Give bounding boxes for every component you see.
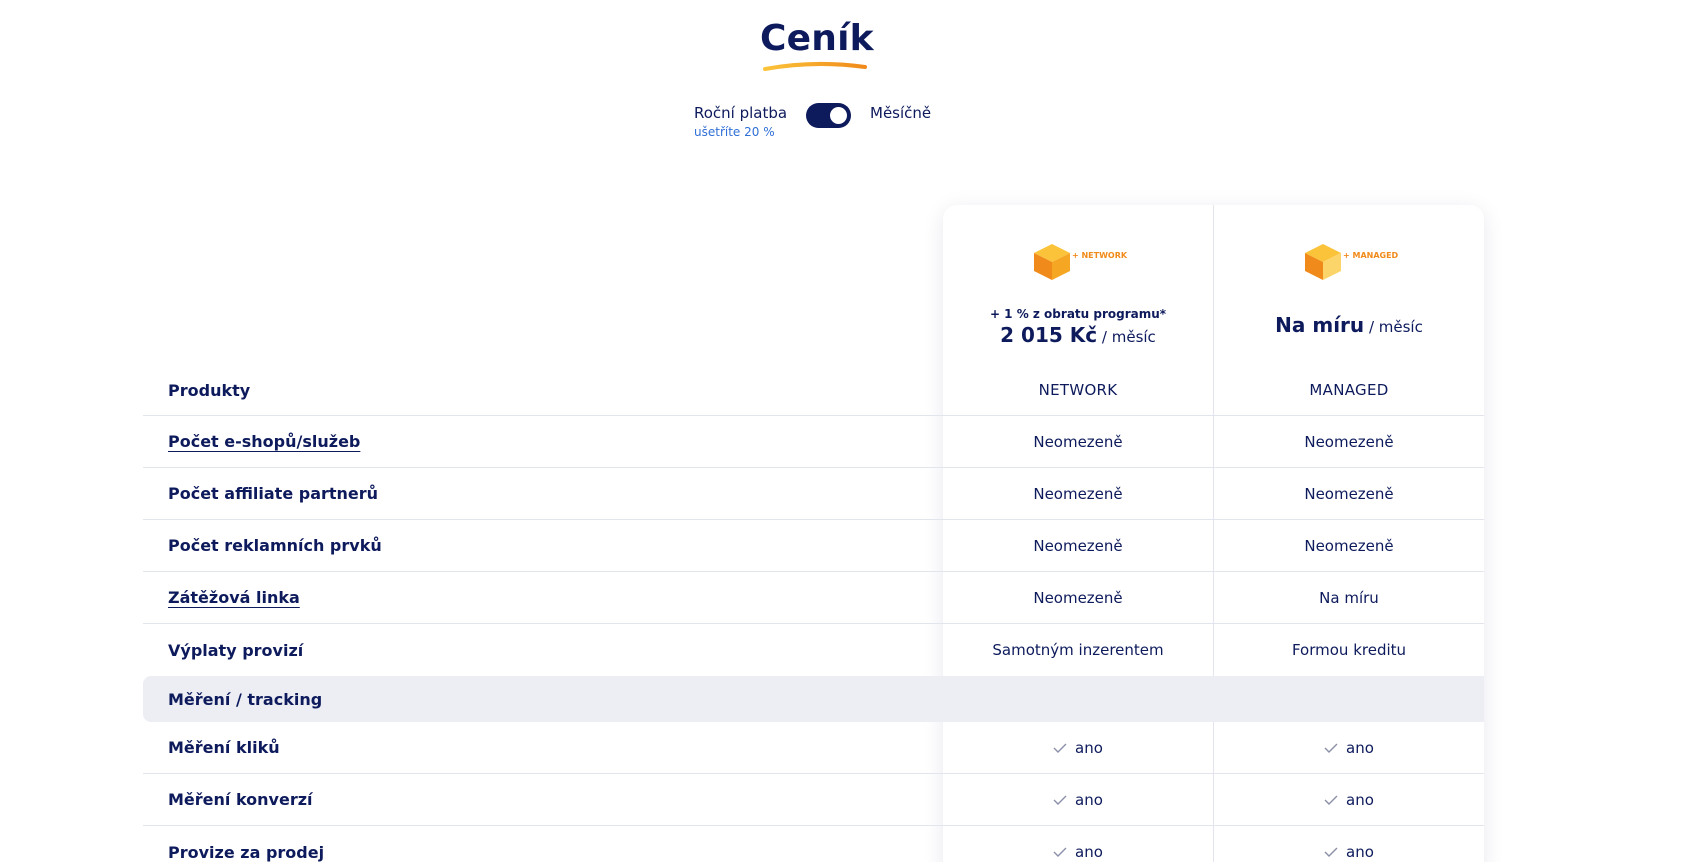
network-value: Neomezeně bbox=[1033, 588, 1123, 607]
table-row: Provize za prodej ano ano bbox=[143, 826, 1484, 862]
check-icon bbox=[1324, 847, 1338, 857]
comparison-table: Produkty NETWORK MANAGED Počet e-shopů/s… bbox=[143, 365, 1484, 862]
value-text: ano bbox=[1346, 843, 1374, 861]
feature-link-eshops[interactable]: Počet e-shopů/služeb bbox=[168, 416, 360, 467]
check-icon bbox=[1324, 743, 1338, 753]
table-row: Počet affiliate partnerů Neomezeně Neome… bbox=[143, 468, 1484, 520]
cube-icon bbox=[1305, 244, 1341, 280]
feature-label: Provize za prodej bbox=[168, 842, 325, 862]
plan-header-network: + NETWORK + 1 % z obratu programu* 2 015… bbox=[943, 205, 1213, 360]
table-row: Počet e-shopů/služeb Neomezeně Neomezeně bbox=[143, 416, 1484, 468]
network-logo: + NETWORK bbox=[1032, 242, 1132, 292]
value-text: ano bbox=[1075, 790, 1103, 809]
network-value: ano bbox=[943, 826, 1213, 862]
check-icon bbox=[1324, 795, 1338, 805]
page-title: Ceník bbox=[760, 18, 874, 59]
table-row: Počet reklamních prvků Neomezeně Neomeze… bbox=[143, 520, 1484, 572]
monthly-label[interactable]: Měsíčně bbox=[870, 104, 931, 122]
network-value: Neomezeně bbox=[1033, 536, 1123, 555]
managed-value: Na míru bbox=[1319, 588, 1379, 607]
feature-label: Počet affiliate partnerů bbox=[168, 484, 379, 503]
network-price: 2 015 Kč bbox=[1000, 323, 1098, 347]
managed-period: / měsíc bbox=[1368, 318, 1423, 336]
managed-price: Na míru bbox=[1275, 313, 1365, 337]
table-header-row: Produkty NETWORK MANAGED bbox=[143, 365, 1484, 416]
table-row: Výplaty provizí Samotným inzerentem Form… bbox=[143, 624, 1484, 676]
managed-value: Neomezeně bbox=[1304, 432, 1394, 451]
check-icon bbox=[1053, 795, 1067, 805]
section-title: Měření / tracking bbox=[168, 689, 323, 709]
yearly-savings-note: ušetříte 20 % bbox=[694, 125, 775, 139]
value-text: ano bbox=[1075, 738, 1103, 757]
table-row: Zátěžová linka Neomezeně Na míru bbox=[143, 572, 1484, 624]
feature-label: Počet reklamních prvků bbox=[168, 536, 382, 555]
managed-plan-name: MANAGED bbox=[1309, 381, 1389, 399]
feature-label: Měření kliků bbox=[168, 738, 280, 757]
managed-value: Formou kreditu bbox=[1291, 641, 1407, 659]
network-value: ano bbox=[943, 722, 1213, 773]
value-text: ano bbox=[1346, 738, 1374, 757]
managed-value: Neomezeně bbox=[1304, 536, 1394, 555]
managed-value: ano bbox=[1214, 722, 1484, 773]
yearly-label[interactable]: Roční platba bbox=[694, 104, 787, 122]
network-note: + 1 % z obratu programu* bbox=[989, 307, 1167, 321]
section-header-tracking: Měření / tracking bbox=[143, 676, 1484, 722]
page-header: Ceník Roční platba ušetříte 20 % Měsíčně bbox=[0, 0, 1682, 160]
managed-logo: + MANAGED bbox=[1303, 242, 1403, 292]
plan-header-managed: + MANAGED Na míru / měsíc bbox=[1214, 205, 1484, 360]
check-icon bbox=[1053, 743, 1067, 753]
billing-switch[interactable] bbox=[806, 103, 851, 128]
title-underline bbox=[763, 61, 867, 71]
network-value: Neomezeně bbox=[1033, 484, 1123, 503]
network-price-line: 2 015 Kč / měsíc bbox=[943, 323, 1213, 347]
network-value: Neomezeně bbox=[1033, 432, 1123, 451]
title-block: Ceník bbox=[760, 18, 874, 71]
products-label: Produkty bbox=[168, 380, 251, 400]
value-text: ano bbox=[1346, 790, 1374, 809]
table-row: Měření kliků ano ano bbox=[143, 722, 1484, 774]
table-row: Měření konverzí ano ano bbox=[143, 774, 1484, 826]
managed-logo-text: + MANAGED bbox=[1343, 251, 1399, 260]
feature-label: Měření konverzí bbox=[168, 790, 313, 809]
network-value: Samotným inzerentem bbox=[992, 641, 1164, 659]
check-icon bbox=[1053, 847, 1067, 857]
cube-icon bbox=[1034, 244, 1070, 280]
feature-link-load-line[interactable]: Zátěžová linka bbox=[168, 572, 300, 623]
network-period: / měsíc bbox=[1101, 328, 1156, 346]
managed-value: ano bbox=[1214, 826, 1484, 862]
managed-price-line: Na míru / měsíc bbox=[1214, 313, 1484, 337]
network-plan-name: NETWORK bbox=[1038, 381, 1118, 399]
network-value: ano bbox=[943, 774, 1213, 825]
managed-value: ano bbox=[1214, 774, 1484, 825]
feature-label: Výplaty provizí bbox=[168, 640, 304, 660]
value-text: ano bbox=[1075, 843, 1103, 861]
managed-value: Neomezeně bbox=[1304, 484, 1394, 503]
network-logo-text: + NETWORK bbox=[1072, 251, 1128, 260]
switch-knob bbox=[830, 107, 847, 124]
